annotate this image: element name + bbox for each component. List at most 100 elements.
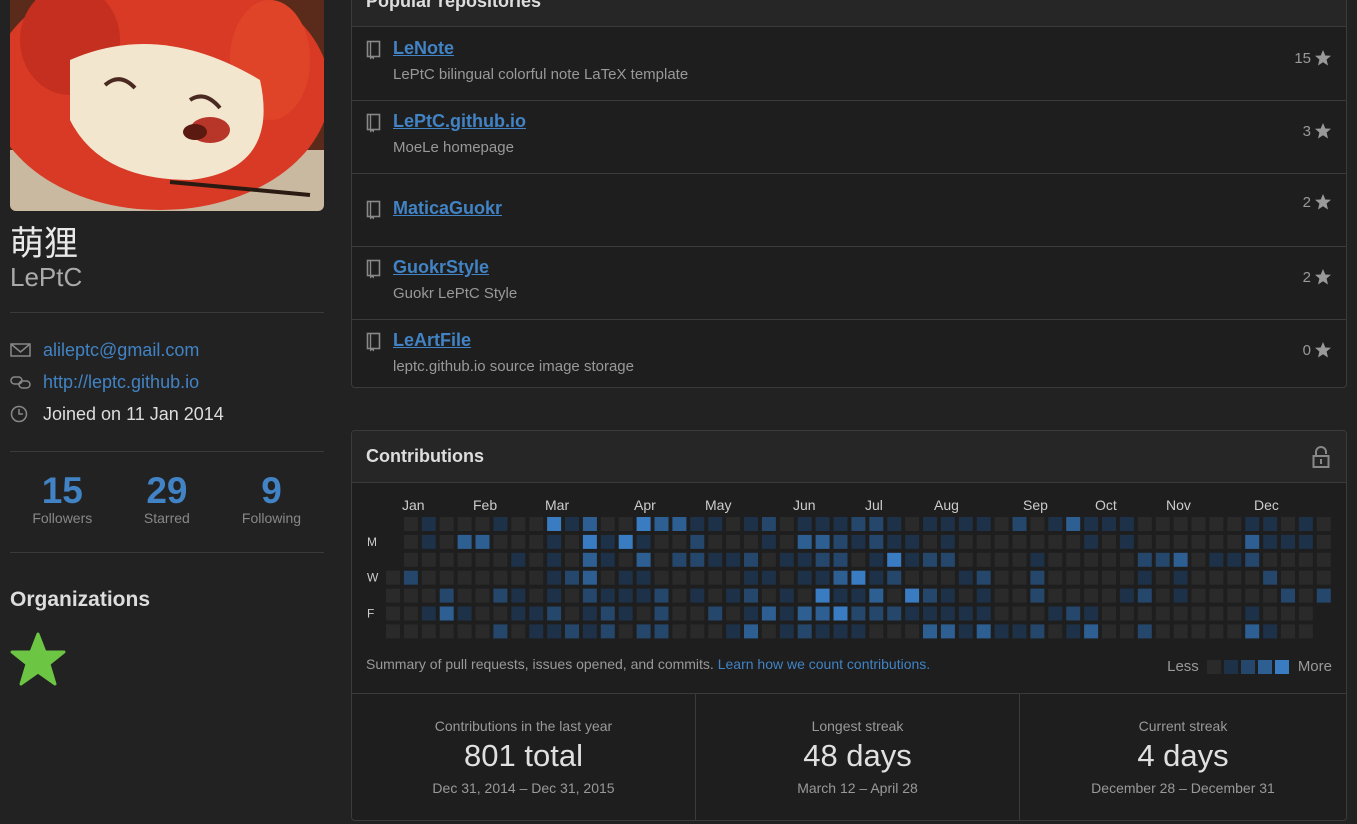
contribution-day-cell[interactable] xyxy=(869,552,884,567)
contribution-day-cell[interactable] xyxy=(386,606,400,621)
contribution-day-cell[interactable] xyxy=(1066,517,1081,531)
contribution-day-cell[interactable] xyxy=(851,606,866,621)
contribution-day-cell[interactable] xyxy=(439,570,454,585)
contribution-day-cell[interactable] xyxy=(761,570,776,585)
contribution-day-cell[interactable] xyxy=(654,570,669,585)
repo-stars[interactable]: 0 xyxy=(1303,341,1332,359)
contribution-day-cell[interactable] xyxy=(1102,606,1116,621)
contribution-day-cell[interactable] xyxy=(636,624,651,639)
profile-email-link[interactable]: alileptc@gmail.com xyxy=(43,340,199,361)
repo-list-item[interactable]: LeNote LePtC bilingual colorful note LaTe… xyxy=(352,28,1346,101)
contribution-day-cell[interactable] xyxy=(708,534,723,549)
contribution-day-cell[interactable] xyxy=(1030,588,1045,603)
contribution-day-cell[interactable] xyxy=(386,570,400,585)
contribution-day-cell[interactable] xyxy=(1209,606,1224,621)
contribution-day-cell[interactable] xyxy=(1263,517,1278,531)
contribution-day-cell[interactable] xyxy=(1245,624,1260,639)
contribution-day-cell[interactable] xyxy=(547,570,562,585)
contribution-day-cell[interactable] xyxy=(1316,517,1331,531)
profile-website-link[interactable]: http://leptc.github.io xyxy=(43,372,199,393)
contribution-day-cell[interactable] xyxy=(565,570,579,585)
contribution-day-cell[interactable] xyxy=(958,517,973,531)
contribution-day-cell[interactable] xyxy=(887,624,902,639)
repo-stars[interactable]: 2 xyxy=(1303,193,1332,211)
contribution-day-cell[interactable] xyxy=(976,606,991,621)
contribution-day-cell[interactable] xyxy=(403,517,418,531)
contribution-day-cell[interactable] xyxy=(815,588,830,603)
contribution-day-cell[interactable] xyxy=(1263,606,1278,621)
contribution-day-cell[interactable] xyxy=(833,570,848,585)
contribution-day-cell[interactable] xyxy=(1173,624,1188,639)
contribution-day-cell[interactable] xyxy=(421,606,436,621)
contribution-day-cell[interactable] xyxy=(457,624,472,639)
contribution-day-cell[interactable] xyxy=(654,517,669,531)
contribution-day-cell[interactable] xyxy=(457,588,472,603)
contribution-day-cell[interactable] xyxy=(457,517,472,531)
contribution-day-cell[interactable] xyxy=(744,552,758,567)
contribution-day-cell[interactable] xyxy=(923,517,937,531)
contribution-day-cell[interactable] xyxy=(940,606,955,621)
contribution-day-cell[interactable] xyxy=(1137,534,1152,549)
contribution-day-cell[interactable] xyxy=(1102,552,1116,567)
contribution-day-cell[interactable] xyxy=(1048,517,1063,531)
contribution-day-cell[interactable] xyxy=(976,517,991,531)
contribution-day-cell[interactable] xyxy=(1048,570,1063,585)
contribution-day-cell[interactable] xyxy=(851,534,866,549)
contribution-day-cell[interactable] xyxy=(905,552,920,567)
contribution-day-cell[interactable] xyxy=(923,624,937,639)
contribution-day-cell[interactable] xyxy=(654,606,669,621)
contribution-day-cell[interactable] xyxy=(851,570,866,585)
contribution-day-cell[interactable] xyxy=(654,552,669,567)
contribution-day-cell[interactable] xyxy=(511,534,526,549)
contribution-day-cell[interactable] xyxy=(457,534,472,549)
contribution-day-cell[interactable] xyxy=(672,552,687,567)
contribution-day-cell[interactable] xyxy=(994,588,1009,603)
contribution-day-cell[interactable] xyxy=(1012,517,1027,531)
contribution-day-cell[interactable] xyxy=(1155,517,1170,531)
contribution-day-cell[interactable] xyxy=(1102,534,1116,549)
contribution-day-cell[interactable] xyxy=(511,517,526,531)
contribution-day-cell[interactable] xyxy=(547,606,562,621)
contribution-day-cell[interactable] xyxy=(1084,624,1099,639)
contribution-day-cell[interactable] xyxy=(618,606,633,621)
contribution-day-cell[interactable] xyxy=(386,588,400,603)
contribution-day-cell[interactable] xyxy=(869,606,884,621)
contribution-day-cell[interactable] xyxy=(1084,570,1099,585)
contribution-day-cell[interactable] xyxy=(529,588,544,603)
contribution-day-cell[interactable] xyxy=(600,606,615,621)
contribution-day-cell[interactable] xyxy=(869,570,884,585)
contribution-day-cell[interactable] xyxy=(475,606,490,621)
contribution-day-cell[interactable] xyxy=(923,606,937,621)
contribution-day-cell[interactable] xyxy=(1316,588,1331,603)
contribution-day-cell[interactable] xyxy=(1245,534,1260,549)
contribution-day-cell[interactable] xyxy=(511,570,526,585)
contribution-day-cell[interactable] xyxy=(600,570,615,585)
contribution-day-cell[interactable] xyxy=(600,588,615,603)
contribution-day-cell[interactable] xyxy=(565,588,579,603)
contribution-day-cell[interactable] xyxy=(493,552,508,567)
contribution-day-cell[interactable] xyxy=(636,570,651,585)
contribution-day-cell[interactable] xyxy=(1227,534,1242,549)
contribution-day-cell[interactable] xyxy=(636,606,651,621)
contribution-day-cell[interactable] xyxy=(1030,606,1045,621)
contribution-day-cell[interactable] xyxy=(1263,570,1278,585)
contribution-day-cell[interactable] xyxy=(923,588,937,603)
contribution-day-cell[interactable] xyxy=(636,534,651,549)
contribution-day-cell[interactable] xyxy=(475,588,490,603)
contribution-day-cell[interactable] xyxy=(887,517,902,531)
contribution-day-cell[interactable] xyxy=(726,588,741,603)
contribution-day-cell[interactable] xyxy=(1155,606,1170,621)
contribution-day-cell[interactable] xyxy=(1155,624,1170,639)
contribution-day-cell[interactable] xyxy=(1012,534,1027,549)
contribution-day-cell[interactable] xyxy=(833,517,848,531)
contribution-day-cell[interactable] xyxy=(1155,534,1170,549)
repo-name-link[interactable]: LeArtFile xyxy=(393,330,471,351)
contribution-day-cell[interactable] xyxy=(511,606,526,621)
contribution-day-cell[interactable] xyxy=(869,517,884,531)
contribution-day-cell[interactable] xyxy=(958,552,973,567)
contribution-day-cell[interactable] xyxy=(815,606,830,621)
contribution-day-cell[interactable] xyxy=(672,606,687,621)
contribution-day-cell[interactable] xyxy=(1048,588,1063,603)
repo-list-item[interactable]: MaticaGuokr 2 xyxy=(352,174,1346,247)
lock-icon[interactable] xyxy=(1312,445,1330,469)
